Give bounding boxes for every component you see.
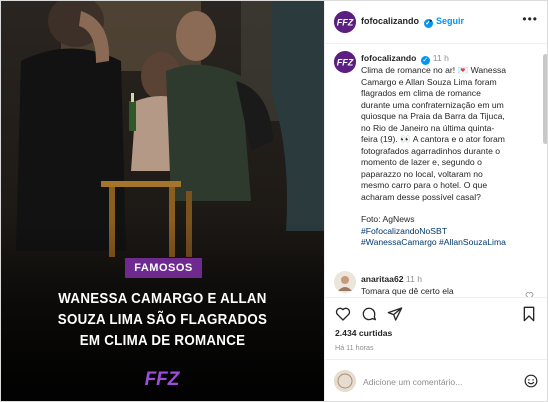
comment-time: 11 h [405,274,423,284]
post-header: FFZ fofocalizando ✓ • Seguir ••• [325,1,547,44]
caption-time: 11 h [432,53,449,63]
current-user-avatar [334,370,356,392]
more-icon[interactable]: ••• [522,12,538,26]
heart-icon[interactable] [335,306,351,322]
separator-dot: • [429,16,433,26]
caption-line: paparazzo no local, voltaram no [361,168,483,179]
commenter-avatar[interactable] [334,271,356,293]
bookmark-icon[interactable] [521,306,537,322]
comments-section[interactable]: FFZ fofocalizando ✓ 11 h Clima de romance… [325,44,547,297]
hashtag-link[interactable]: #WanessaCamargo #AllanSouzaLima [361,237,541,249]
account-avatar[interactable]: FFZ [334,11,356,33]
caption-line: durante uma confraternização em um [361,99,504,110]
caption-line: no Rio de Janeiro na última quinta- [361,122,495,133]
post-image[interactable]: FAMOSOS WANESSA CAMARGO E ALLAN SOUZA LI… [1,1,324,401]
verified-icon: ✓ [420,56,430,65]
action-bar [325,297,547,328]
user-avatar-icon [334,370,356,392]
add-comment-bar: Adicione um comentário... [325,359,547,401]
caption-line: momento de lazer e, segundo o [361,157,482,167]
caption-line: feira (19). 👀 A cantora e o ator foram [361,134,505,144]
username-text[interactable]: fofocalizando [361,16,419,26]
caption-username[interactable]: fofocalizando [361,53,416,63]
person-avatar-icon [334,271,356,293]
likes-number[interactable]: 2.434 [335,328,357,338]
caption-line: acharam desse possível casal? [361,191,481,202]
instagram-post: FAMOSOS WANESSA CAMARGO E ALLAN SOUZA LI… [0,0,548,402]
photo-headline: WANESSA CAMARGO E ALLAN SOUZA LIMA SÃO F… [23,289,302,352]
post-caption: fofocalizando ✓ 11 h Clima de romance no … [361,53,541,249]
emoji-icon[interactable] [524,374,538,388]
svg-text:FFZ: FFZ [337,58,354,68]
comment-text: Tomara que dê certo ela [361,286,454,296]
scrollbar[interactable] [543,54,547,144]
post-sidebar: FFZ fofocalizando ✓ • Seguir ••• FFZ fof… [324,1,547,401]
likes-label[interactable]: curtidas [359,328,392,338]
logo-text: FFZ [145,369,181,389]
caption-line: mesmo carro para o hotel. O que [361,180,488,190]
ffz-logo-icon: FFZ [145,369,181,389]
caption-line: Camargo e Allan Souza Lima foram [361,76,497,87]
comment-icon[interactable] [361,306,377,322]
likes-count[interactable]: 2.434 curtidas [335,328,392,338]
comment-username[interactable]: anaritaa62 [361,274,404,284]
photo-credit: Foto: AgNews [361,214,415,224]
add-comment-input[interactable]: Adicione um comentário... [363,377,462,387]
caption-line: flagrados em clima de romance [361,88,481,98]
category-badge: FAMOSOS [125,258,202,278]
headline-line: EM CLIMA DE ROMANCE [79,333,246,349]
header-username[interactable]: fofocalizando ✓ [361,16,433,28]
hashtag-link[interactable]: #FofocalizandoNoSBT [361,226,541,238]
share-icon[interactable] [387,306,403,322]
headline-line: SOUZA LIMA SÃO FLAGRADOS [57,312,268,328]
caption-line: Clima de romance no ar! 💌 Wanessa [361,65,507,75]
post-time: Há 11 horas [335,343,374,352]
comment-item: anaritaa62 11 h Tomara que dê certo ela [361,273,531,297]
caption-line: fotografados agarradinhos durante o [361,145,501,156]
ffz-avatar-icon: FFZ [334,51,356,73]
caption-avatar[interactable]: FFZ [334,51,356,73]
caption-line: quiosque na Praia da Barra da Tijuca, [361,111,505,121]
headline-line: WANESSA CAMARGO E ALLAN [58,291,267,307]
svg-text:FFZ: FFZ [337,18,354,28]
follow-button[interactable]: Seguir [436,16,464,26]
ffz-avatar-icon: FFZ [334,11,356,33]
